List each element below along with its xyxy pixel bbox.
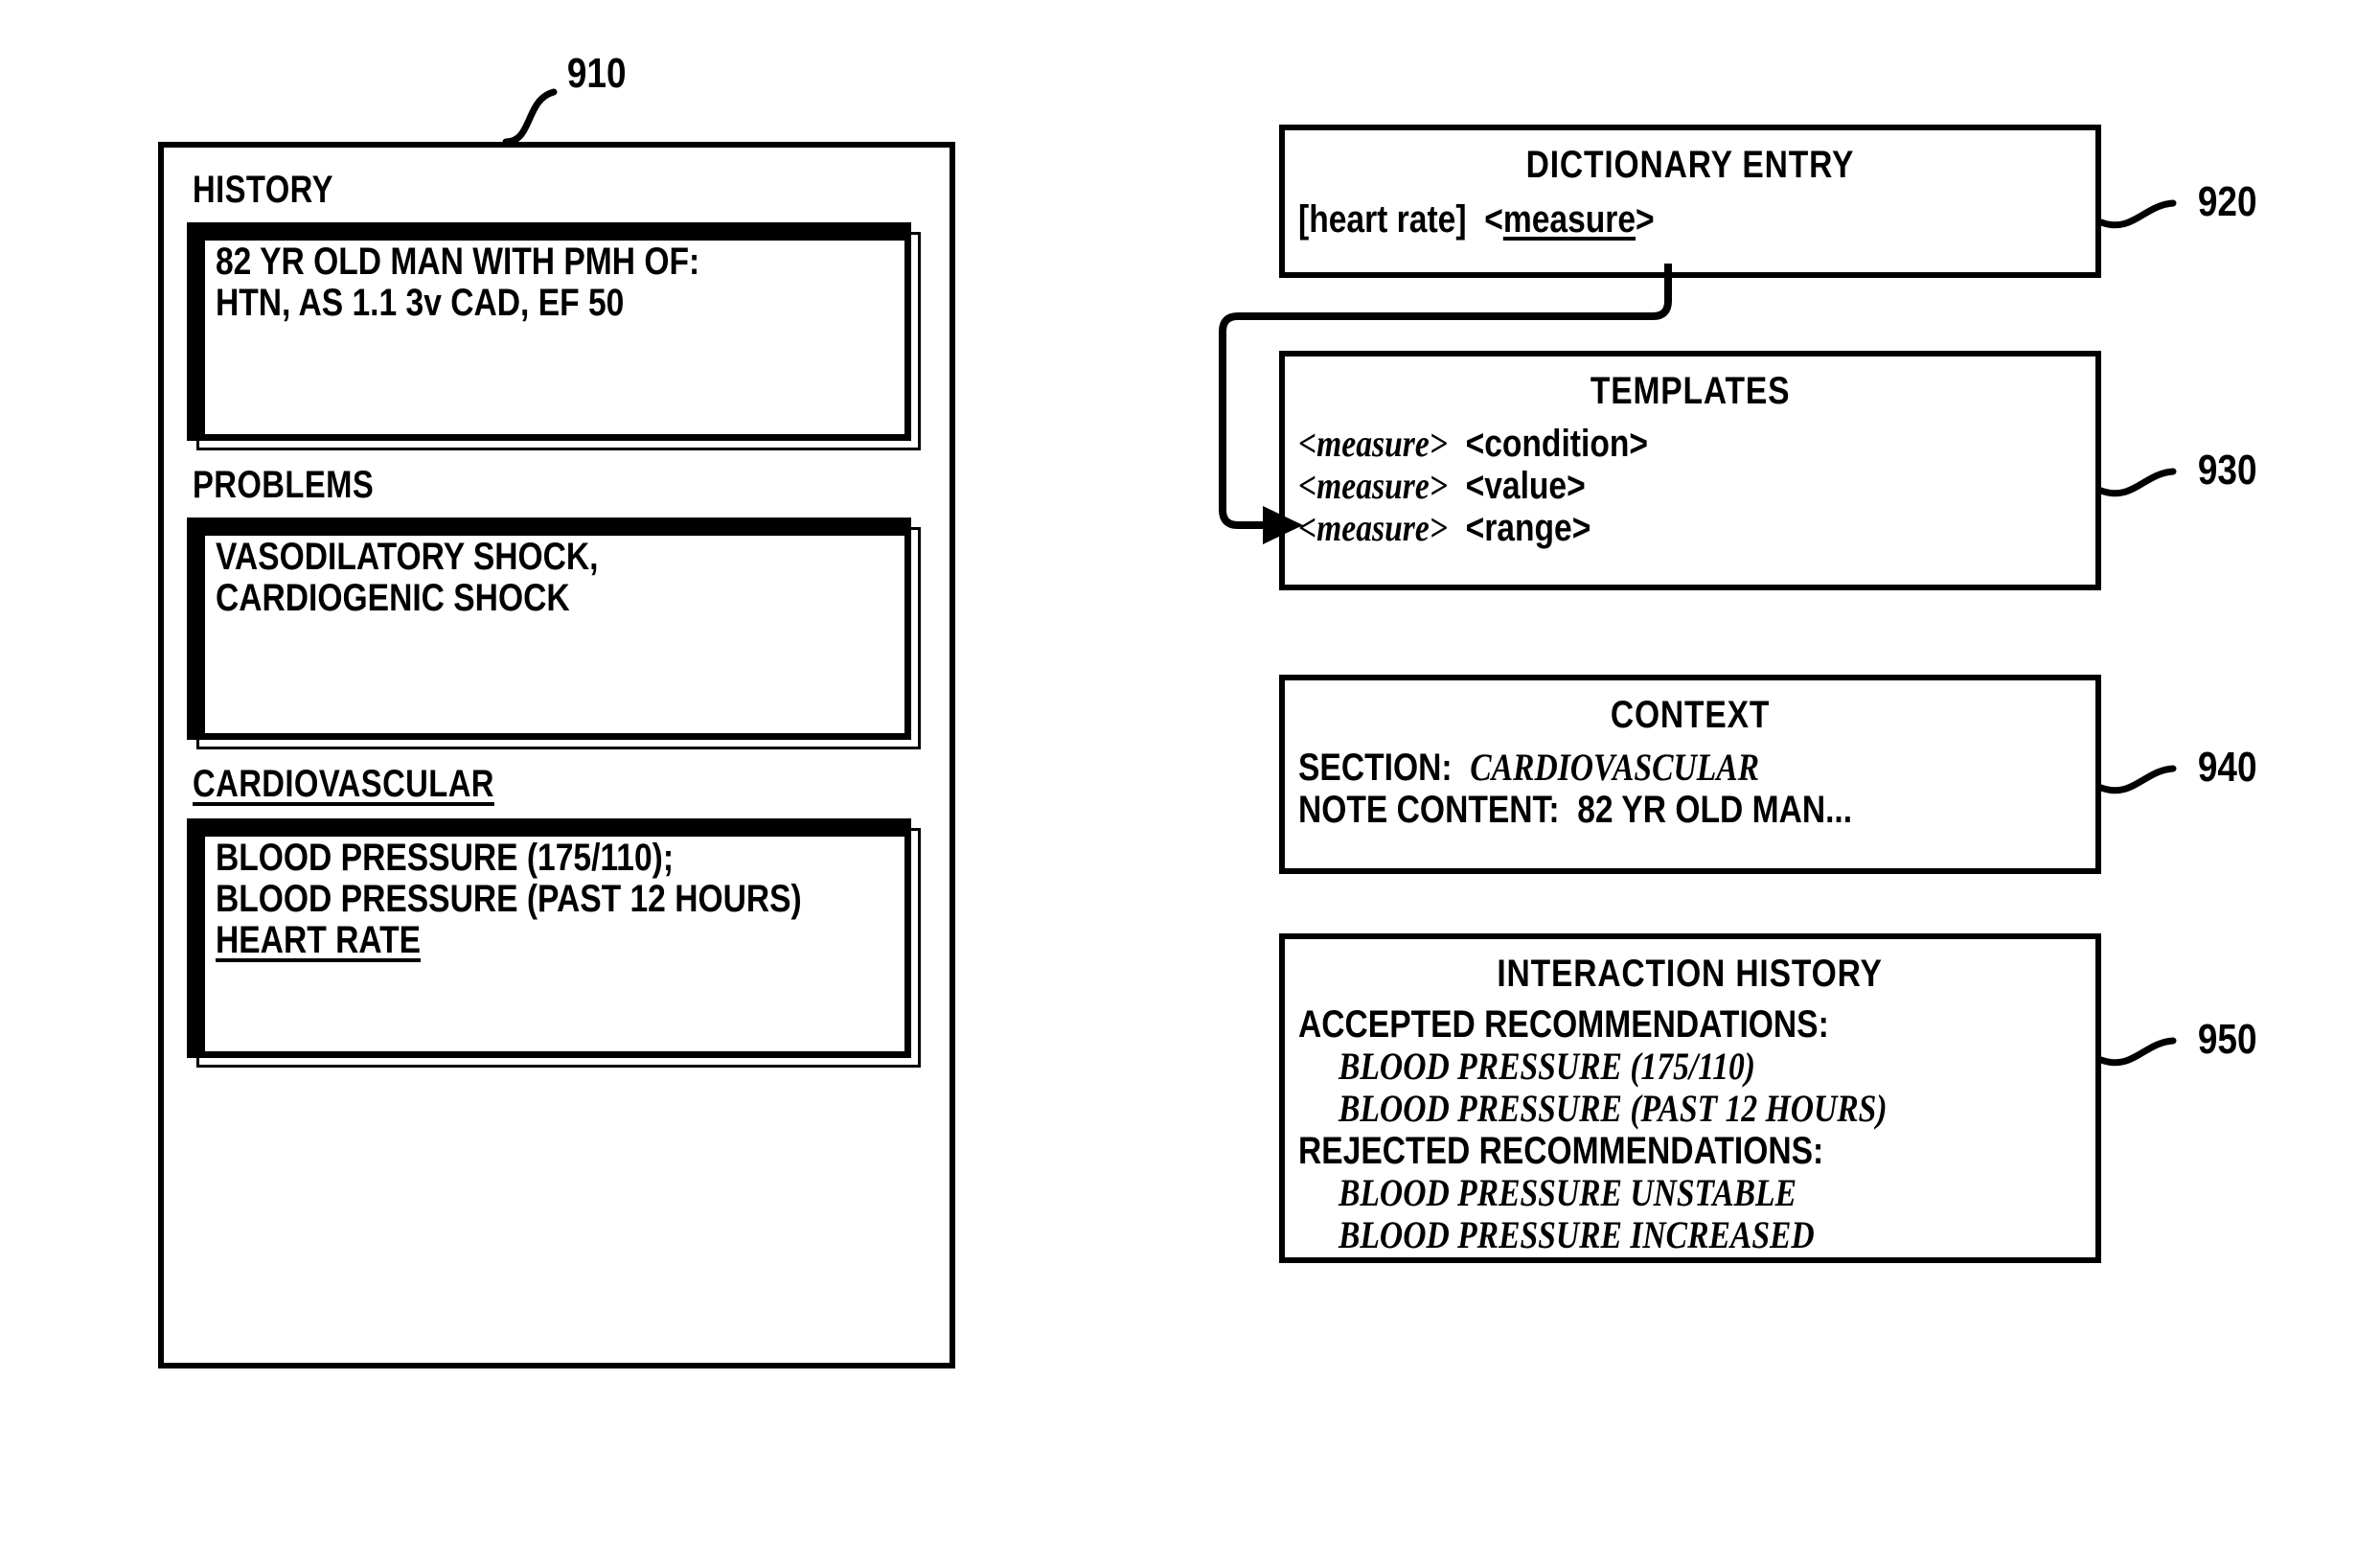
template-row-3-filler: <range> (1465, 507, 1591, 549)
interaction-history-title: INTERACTION HISTORY (1497, 953, 1884, 995)
reference-numeral-930: 930 (2197, 447, 2257, 494)
context-section-row: SECTION: CARDIOVASCULAR (1285, 746, 2095, 790)
interaction-history-box: INTERACTION HISTORY ACCEPTED RECOMMENDAT… (1279, 933, 2101, 1263)
context-box: CONTEXT SECTION: CARDIOVASCULAR NOTE CON… (1279, 675, 2101, 874)
template-row-2[interactable]: <measure> <value> (1285, 464, 2095, 508)
leader-line-950 (2097, 1037, 2177, 1067)
rejected-recommendation-item[interactable]: BLOOD PRESSURE UNSTABLE (1285, 1172, 2095, 1214)
context-note-label: NOTE CONTENT: (1298, 789, 1560, 831)
template-row-2-slot: <measure> (1298, 464, 1448, 507)
clinical-note-panel: HISTORY 82 YR OLD MAN WITH PMH OF: HTN, … (158, 142, 955, 1368)
history-field-text: 82 YR OLD MAN WITH PMH OF: HTN, AS 1.1 3… (216, 242, 898, 324)
cardiovascular-line-2: BLOOD PRESSURE (PAST 12 HOURS) (216, 877, 802, 920)
reference-numeral-940: 940 (2197, 744, 2257, 791)
section-label-history: HISTORY (193, 169, 333, 211)
template-row-1[interactable]: <measure> <condition> (1285, 422, 2095, 466)
rejected-recommendations-label: REJECTED RECOMMENDATIONS: (1298, 1130, 1824, 1172)
dictionary-tag-measure[interactable]: measure (1503, 198, 1636, 241)
cardiovascular-line-3-heart-rate[interactable]: HEART RATE (216, 919, 789, 961)
accepted-recommendation-item[interactable]: BLOOD PRESSURE (PAST 12 HOURS) (1285, 1088, 2095, 1130)
template-row-1-filler: <condition> (1465, 423, 1648, 465)
cardiovascular-line-1: BLOOD PRESSURE (175/110); (216, 837, 675, 879)
template-row-2-filler: <value> (1465, 465, 1586, 507)
reference-numeral-920: 920 (2197, 178, 2257, 225)
dictionary-tag-close: > (1636, 198, 1655, 241)
template-row-3-slot: <measure> (1298, 506, 1448, 549)
dictionary-entry-content: [heart rate] <measure> (1285, 198, 2095, 241)
leader-line-920 (2097, 199, 2177, 229)
history-text-field[interactable]: 82 YR OLD MAN WITH PMH OF: HTN, AS 1.1 3… (187, 222, 921, 450)
figure-canvas: HISTORY 82 YR OLD MAN WITH PMH OF: HTN, … (0, 0, 2380, 1541)
context-section-value: CARDIOVASCULAR (1470, 746, 1760, 789)
reference-numeral-910: 910 (566, 50, 627, 97)
section-label-problems: PROBLEMS (193, 464, 375, 506)
template-row-1-slot: <measure> (1298, 422, 1448, 465)
accepted-recommendation-item[interactable]: BLOOD PRESSURE (175/110) (1285, 1046, 2095, 1088)
problems-line-1: VASODILATORY SHOCK, (216, 536, 599, 578)
dictionary-entry-box: DICTIONARY ENTRY [heart rate] <measure> (1279, 125, 2101, 278)
history-line-2: HTN, AS 1.1 3v CAD, EF 50 (216, 281, 625, 324)
leader-line-910 (502, 88, 558, 146)
templates-box: TEMPLATES <measure> <condition> <measure… (1279, 351, 2101, 590)
leader-line-930 (2097, 468, 2177, 497)
template-row-3[interactable]: <measure> <range> (1285, 506, 2095, 550)
cardiovascular-text-field[interactable]: BLOOD PRESSURE (175/110); BLOOD PRESSURE… (187, 818, 921, 1068)
context-note-value: 82 YR OLD MAN... (1577, 789, 1853, 831)
history-line-1: 82 YR OLD MAN WITH PMH OF: (216, 241, 700, 283)
problems-field-text: VASODILATORY SHOCK, CARDIOGENIC SHOCK (216, 537, 898, 619)
reference-numeral-950: 950 (2197, 1016, 2257, 1063)
cardiovascular-field-text: BLOOD PRESSURE (175/110); BLOOD PRESSURE… (216, 838, 898, 960)
dictionary-tag-open: < (1484, 198, 1503, 241)
context-title: CONTEXT (1610, 694, 1771, 736)
section-label-cardiovascular: CARDIOVASCULAR (193, 763, 494, 805)
problems-text-field[interactable]: VASODILATORY SHOCK, CARDIOGENIC SHOCK (187, 518, 921, 749)
templates-title: TEMPLATES (1590, 370, 1791, 412)
context-note-row: NOTE CONTENT: 82 YR OLD MAN... (1285, 789, 2095, 831)
leader-line-940 (2097, 765, 2177, 794)
problems-line-2: CARDIOGENIC SHOCK (216, 576, 570, 619)
accepted-recommendations-label: ACCEPTED RECOMMENDATIONS: (1298, 1003, 1829, 1046)
rejected-recommendation-item[interactable]: BLOOD PRESSURE INCREASED (1285, 1214, 2095, 1256)
dictionary-term: [heart rate] (1298, 198, 1467, 241)
context-section-label: SECTION: (1298, 747, 1453, 789)
dictionary-entry-title: DICTIONARY ENTRY (1525, 144, 1855, 186)
